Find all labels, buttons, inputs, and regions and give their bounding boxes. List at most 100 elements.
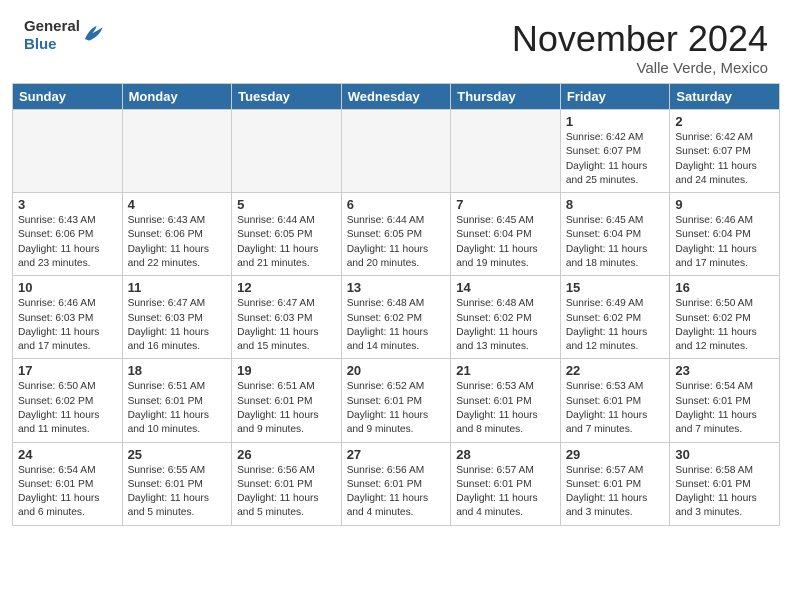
title-block: November 2024 Valle Verde, Mexico	[512, 18, 768, 77]
day-number: 9	[675, 197, 774, 212]
table-row: 21 Sunrise: 6:53 AM Sunset: 6:01 PM Dayli…	[451, 359, 561, 442]
day-number: 16	[675, 280, 774, 295]
calendar-wrapper: SundayMondayTuesdayWednesdayThursdayFrid…	[0, 83, 792, 538]
table-row: 28 Sunrise: 6:57 AM Sunset: 6:01 PM Dayli…	[451, 442, 561, 525]
table-row: 12Sunrise: 6:47 AM Sunset: 6:03 PM Dayli…	[232, 276, 342, 359]
cell-content: Sunrise: 6:45 AM Sunset: 6:04 PM Dayligh…	[566, 214, 665, 271]
logo-bird-icon	[82, 23, 104, 45]
table-row: 22 Sunrise: 6:53 AM Sunset: 6:01 PM Dayli…	[560, 359, 670, 442]
cell-content: Sunrise: 6:46 AM Sunset: 6:03 PM Dayligh…	[18, 297, 117, 354]
weekday-header-wednesday: Wednesday	[341, 84, 451, 110]
day-number: 14	[456, 280, 555, 295]
day-number: 13	[347, 280, 446, 295]
table-row: 30Sunrise: 6:58 AM Sunset: 6:01 PM Dayli…	[670, 442, 780, 525]
weekday-header-tuesday: Tuesday	[232, 84, 342, 110]
day-number: 6	[347, 197, 446, 212]
table-row	[232, 110, 342, 193]
day-number: 18	[128, 363, 227, 378]
cell-content: Sunrise: 6:51 AM Sunset: 6:01 PM Dayligh…	[128, 380, 227, 437]
month-title: November 2024	[512, 18, 768, 60]
calendar-week-5: 24 Sunrise: 6:54 AM Sunset: 6:01 PM Dayli…	[13, 442, 780, 525]
cell-content: Sunrise: 6:53 AM Sunset: 6:01 PM Dayligh…	[566, 380, 665, 437]
cell-content: Sunrise: 6:55 AM Sunset: 6:01 PM Dayligh…	[128, 464, 227, 521]
cell-content: Sunrise: 6:56 AM Sunset: 6:01 PM Dayligh…	[347, 464, 446, 521]
cell-content: Sunrise: 6:54 AM Sunset: 6:01 PM Dayligh…	[675, 380, 774, 437]
table-row: 6 Sunrise: 6:44 AM Sunset: 6:05 PM Daylig…	[341, 193, 451, 276]
cell-content: Sunrise: 6:44 AM Sunset: 6:05 PM Dayligh…	[347, 214, 446, 271]
table-row: 5Sunrise: 6:44 AM Sunset: 6:05 PM Daylig…	[232, 193, 342, 276]
table-row: 1 Sunrise: 6:42 AM Sunset: 6:07 PM Daylig…	[560, 110, 670, 193]
cell-content: Sunrise: 6:45 AM Sunset: 6:04 PM Dayligh…	[456, 214, 555, 271]
table-row: 4 Sunrise: 6:43 AM Sunset: 6:06 PM Daylig…	[122, 193, 232, 276]
table-row: 16Sunrise: 6:50 AM Sunset: 6:02 PM Dayli…	[670, 276, 780, 359]
cell-content: Sunrise: 6:57 AM Sunset: 6:01 PM Dayligh…	[456, 464, 555, 521]
calendar-header: SundayMondayTuesdayWednesdayThursdayFrid…	[13, 84, 780, 110]
location: Valle Verde, Mexico	[512, 60, 768, 77]
table-row: 8 Sunrise: 6:45 AM Sunset: 6:04 PM Daylig…	[560, 193, 670, 276]
day-number: 4	[128, 197, 227, 212]
table-row: 2 Sunrise: 6:42 AM Sunset: 6:07 PM Daylig…	[670, 110, 780, 193]
weekday-header-monday: Monday	[122, 84, 232, 110]
day-number: 23	[675, 363, 774, 378]
table-row: 27Sunrise: 6:56 AM Sunset: 6:01 PM Dayli…	[341, 442, 451, 525]
day-number: 7	[456, 197, 555, 212]
table-row: 24 Sunrise: 6:54 AM Sunset: 6:01 PM Dayli…	[13, 442, 123, 525]
cell-content: Sunrise: 6:53 AM Sunset: 6:01 PM Dayligh…	[456, 380, 555, 437]
cell-content: Sunrise: 6:48 AM Sunset: 6:02 PM Dayligh…	[456, 297, 555, 354]
table-row: 11 Sunrise: 6:47 AM Sunset: 6:03 PM Dayli…	[122, 276, 232, 359]
cell-content: Sunrise: 6:57 AM Sunset: 6:01 PM Dayligh…	[566, 464, 665, 521]
cell-content: Sunrise: 6:43 AM Sunset: 6:06 PM Dayligh…	[128, 214, 227, 271]
weekday-header-saturday: Saturday	[670, 84, 780, 110]
day-number: 2	[675, 114, 774, 129]
table-row	[341, 110, 451, 193]
cell-content: Sunrise: 6:58 AM Sunset: 6:01 PM Dayligh…	[675, 464, 774, 521]
logo: General Blue	[24, 18, 104, 54]
day-number: 19	[237, 363, 336, 378]
cell-content: Sunrise: 6:52 AM Sunset: 6:01 PM Dayligh…	[347, 380, 446, 437]
cell-content: Sunrise: 6:44 AM Sunset: 6:05 PM Dayligh…	[237, 214, 336, 271]
cell-content: Sunrise: 6:47 AM Sunset: 6:03 PM Dayligh…	[128, 297, 227, 354]
day-number: 26	[237, 447, 336, 462]
table-row: 7 Sunrise: 6:45 AM Sunset: 6:04 PM Daylig…	[451, 193, 561, 276]
day-number: 1	[566, 114, 665, 129]
day-number: 11	[128, 280, 227, 295]
day-number: 15	[566, 280, 665, 295]
cell-content: Sunrise: 6:42 AM Sunset: 6:07 PM Dayligh…	[566, 131, 665, 188]
day-number: 10	[18, 280, 117, 295]
table-row: 18 Sunrise: 6:51 AM Sunset: 6:01 PM Dayli…	[122, 359, 232, 442]
cell-content: Sunrise: 6:46 AM Sunset: 6:04 PM Dayligh…	[675, 214, 774, 271]
day-number: 17	[18, 363, 117, 378]
table-row	[451, 110, 561, 193]
day-number: 3	[18, 197, 117, 212]
day-number: 25	[128, 447, 227, 462]
logo-blue: Blue	[24, 36, 80, 54]
calendar-body: 1 Sunrise: 6:42 AM Sunset: 6:07 PM Daylig…	[13, 110, 780, 526]
day-number: 21	[456, 363, 555, 378]
calendar-week-1: 1 Sunrise: 6:42 AM Sunset: 6:07 PM Daylig…	[13, 110, 780, 193]
day-number: 28	[456, 447, 555, 462]
cell-content: Sunrise: 6:54 AM Sunset: 6:01 PM Dayligh…	[18, 464, 117, 521]
cell-content: Sunrise: 6:51 AM Sunset: 6:01 PM Dayligh…	[237, 380, 336, 437]
table-row: 29 Sunrise: 6:57 AM Sunset: 6:01 PM Dayli…	[560, 442, 670, 525]
day-number: 20	[347, 363, 446, 378]
calendar-week-4: 17 Sunrise: 6:50 AM Sunset: 6:02 PM Dayli…	[13, 359, 780, 442]
cell-content: Sunrise: 6:50 AM Sunset: 6:02 PM Dayligh…	[18, 380, 117, 437]
logo-text: General Blue	[24, 18, 80, 54]
day-number: 24	[18, 447, 117, 462]
day-number: 22	[566, 363, 665, 378]
table-row: 23 Sunrise: 6:54 AM Sunset: 6:01 PM Dayli…	[670, 359, 780, 442]
logo-general: General	[24, 18, 80, 36]
cell-content: Sunrise: 6:47 AM Sunset: 6:03 PM Dayligh…	[237, 297, 336, 354]
day-number: 8	[566, 197, 665, 212]
day-number: 29	[566, 447, 665, 462]
weekday-header-row: SundayMondayTuesdayWednesdayThursdayFrid…	[13, 84, 780, 110]
table-row: 15Sunrise: 6:49 AM Sunset: 6:02 PM Dayli…	[560, 276, 670, 359]
table-row: 9 Sunrise: 6:46 AM Sunset: 6:04 PM Daylig…	[670, 193, 780, 276]
table-row: 13 Sunrise: 6:48 AM Sunset: 6:02 PM Dayli…	[341, 276, 451, 359]
cell-content: Sunrise: 6:42 AM Sunset: 6:07 PM Dayligh…	[675, 131, 774, 188]
table-row: 17 Sunrise: 6:50 AM Sunset: 6:02 PM Dayli…	[13, 359, 123, 442]
cell-content: Sunrise: 6:43 AM Sunset: 6:06 PM Dayligh…	[18, 214, 117, 271]
weekday-header-friday: Friday	[560, 84, 670, 110]
cell-content: Sunrise: 6:48 AM Sunset: 6:02 PM Dayligh…	[347, 297, 446, 354]
table-row: 10 Sunrise: 6:46 AM Sunset: 6:03 PM Dayli…	[13, 276, 123, 359]
